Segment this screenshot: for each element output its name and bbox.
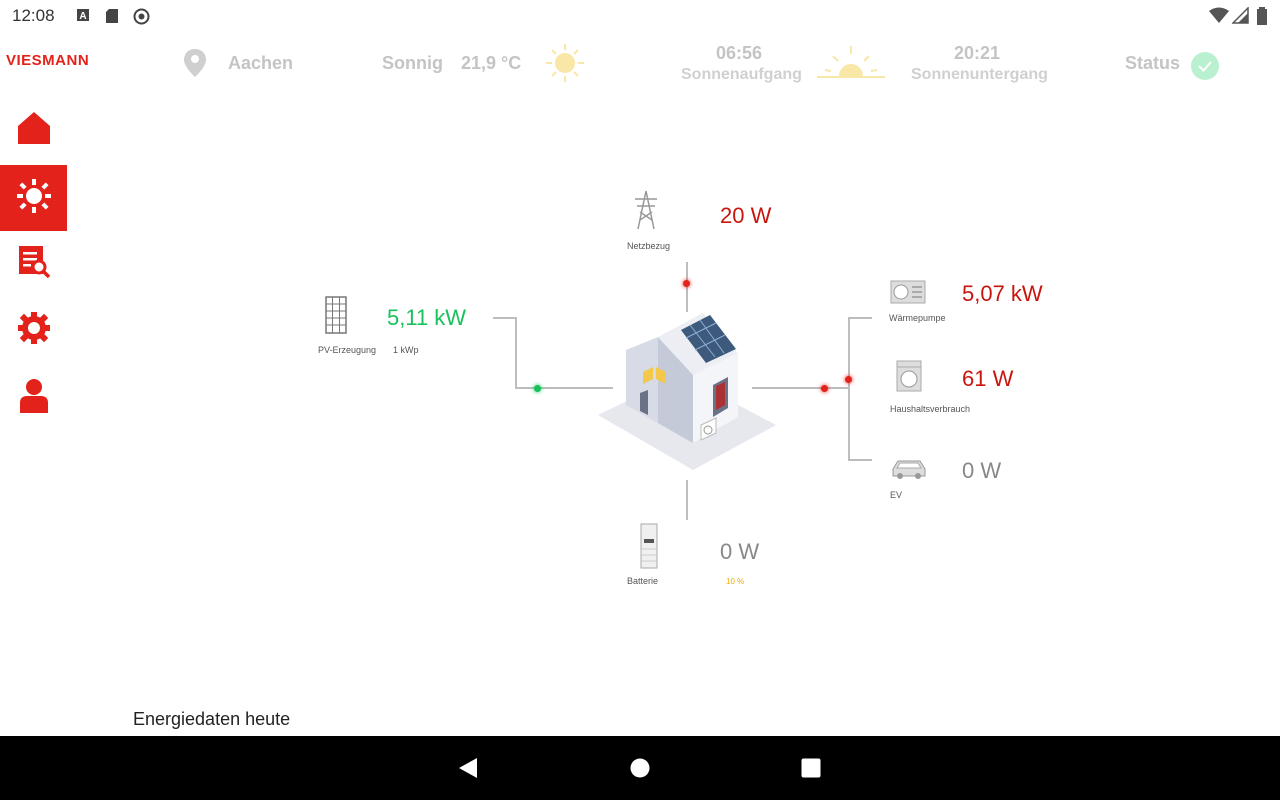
consumer-flow-dot-1 [821, 385, 828, 392]
heat-pump-value: 5,07 kW [962, 281, 1043, 306]
ev-value: 0 W [962, 458, 1002, 483]
energy-today-title: Energiedaten heute [133, 709, 291, 729]
sunset-time: 20:21 [954, 43, 1001, 63]
pv-connector-v [515, 317, 517, 389]
sun-icon [16, 178, 52, 219]
user-icon [19, 377, 49, 418]
back-icon[interactable] [458, 757, 478, 784]
sync-icon [133, 8, 150, 25]
home-nav-icon[interactable] [630, 758, 650, 783]
pv-flow-dot [534, 385, 541, 392]
status-ok-icon[interactable] [1191, 52, 1219, 85]
pv-value: 5,11 kW [387, 305, 467, 330]
house-illustration [598, 305, 776, 478]
grid-flow-dot [683, 280, 690, 287]
status-bar: 12:08 A [0, 0, 1280, 32]
temperature-text: 21,9 °C [461, 53, 522, 73]
household-value: 61 W [962, 366, 1014, 391]
grid-label: Netzbezug [627, 241, 671, 251]
nav-user-button[interactable] [0, 364, 67, 430]
signal-icon [1231, 6, 1249, 24]
android-nav-bar [0, 736, 1280, 800]
gear-icon [17, 311, 51, 350]
sunrise-icon [817, 44, 885, 85]
nav-settings-button[interactable] [0, 297, 67, 363]
consumer-connector-h [752, 387, 849, 389]
car-icon [891, 456, 927, 485]
heat-pump-icon [890, 280, 926, 309]
sd-card-icon [105, 8, 121, 24]
nav-report-button[interactable] [0, 230, 67, 296]
report-search-icon [17, 244, 51, 283]
sun-weather-icon [544, 42, 586, 89]
household-label: Haushaltsverbrauch [890, 404, 971, 414]
recents-icon[interactable] [801, 758, 821, 783]
pv-label: PV-Erzeugung [318, 345, 377, 355]
ev-label: EV [890, 490, 903, 500]
battery-soc: 10 % [726, 577, 745, 586]
battery-storage-icon [640, 523, 658, 574]
heatpump-connector [848, 317, 872, 319]
pv-connector-h1 [493, 317, 515, 319]
home-icon [17, 111, 51, 150]
power-pylon-icon [632, 190, 660, 235]
location-text: Aachen [228, 53, 294, 73]
consumer-bus-v [848, 317, 850, 461]
font-icon: A [76, 8, 92, 24]
heat-pump-label: Wärmepumpe [889, 313, 946, 323]
wifi-icon [1209, 7, 1229, 23]
svg-text:A: A [79, 11, 86, 22]
status-label: Status [1125, 53, 1181, 73]
consumer-flow-dot-2 [845, 376, 852, 383]
clock: 12:08 [12, 6, 55, 25]
battery-label: Batterie [627, 576, 659, 586]
weather-text: Sonnig [382, 53, 443, 73]
washing-machine-icon [896, 360, 922, 397]
battery-connector [686, 480, 688, 520]
solar-panel-icon [325, 296, 347, 339]
ev-connector [848, 459, 872, 461]
battery-icon [1256, 7, 1272, 25]
nav-energy-button[interactable] [0, 165, 67, 231]
nav-home-button[interactable] [0, 97, 67, 163]
sunrise-label: Sonnenaufgang [681, 66, 802, 83]
pv-capacity: 1 kWp [393, 345, 419, 355]
sunset-label: Sonnenuntergang [911, 66, 1048, 83]
sunrise-time: 06:56 [716, 43, 763, 63]
location-pin-icon [184, 49, 206, 82]
grid-value: 20 W [720, 203, 772, 228]
brand-logo: VIESMANN [6, 52, 90, 69]
battery-value: 0 W [720, 539, 760, 564]
